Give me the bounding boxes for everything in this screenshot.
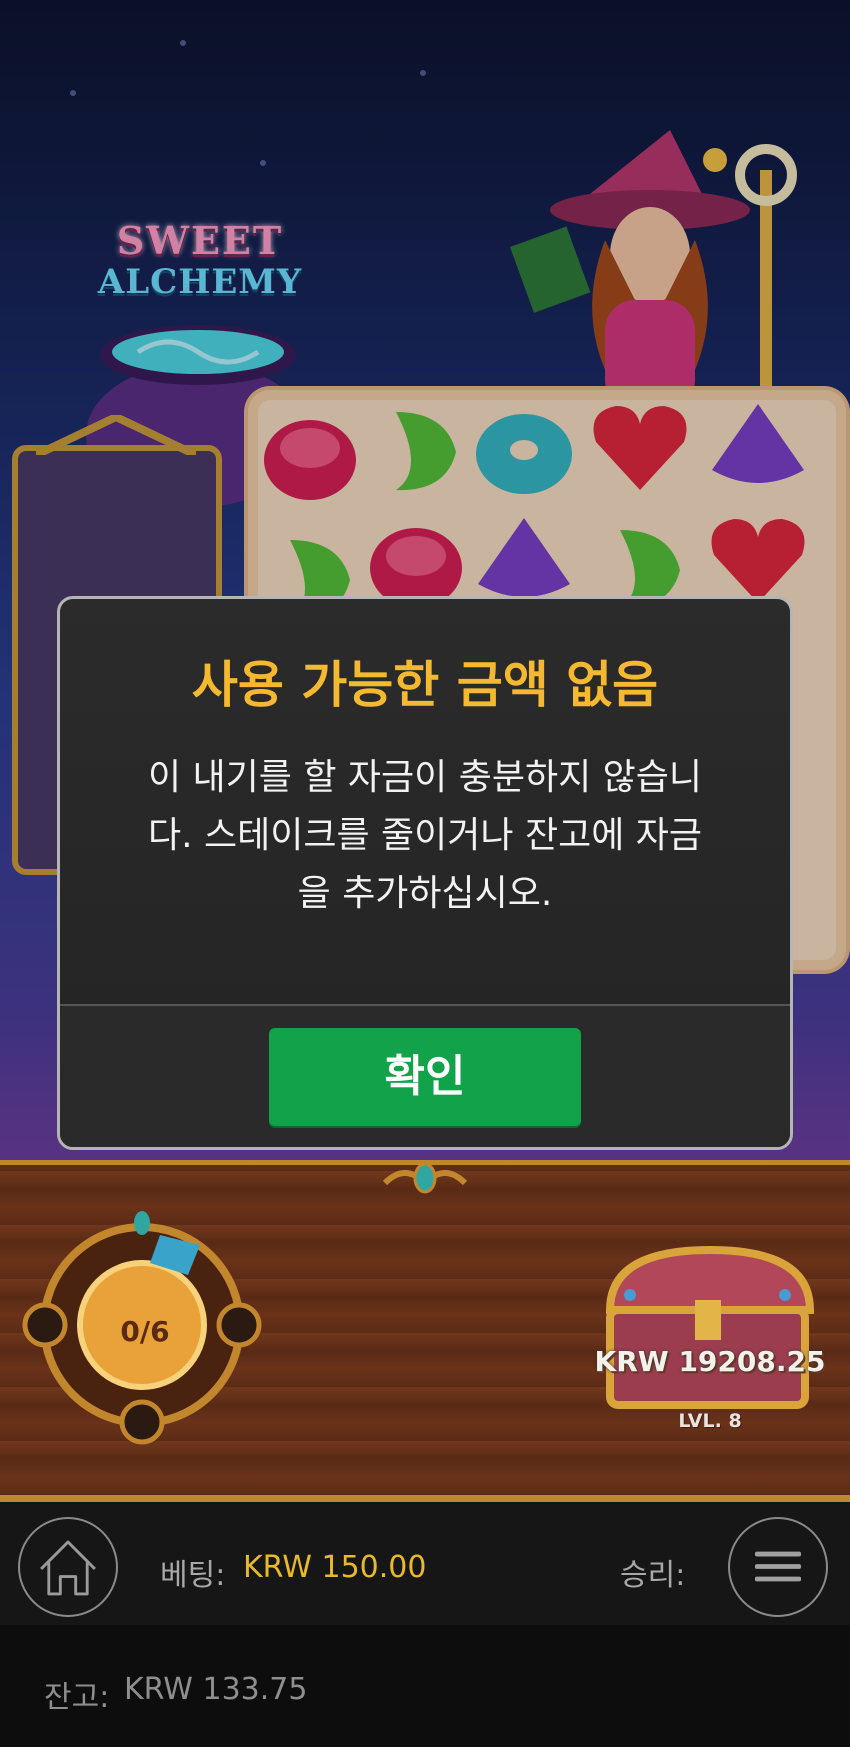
home-button[interactable] xyxy=(18,1517,118,1617)
dialog-message-line: 다. 스테이크를 줄이거나 잔고에 자금 xyxy=(147,815,703,856)
home-icon xyxy=(40,1540,96,1596)
dialog-title: 사용 가능한 금액 없음 xyxy=(191,656,659,714)
dialog-message-line: 을 추가하십시오. xyxy=(297,873,553,914)
menu-button[interactable] xyxy=(728,1517,828,1617)
bet-amount[interactable]: KRW 150.00 xyxy=(243,1550,426,1585)
gauge-progress-text: 0/6 xyxy=(120,1315,170,1348)
game-stage: SWEET ALCHEMY 0/6 KRW 19208.25 LVL. 8 베팅… xyxy=(0,0,850,1747)
gem-ornament-icon xyxy=(382,1162,468,1194)
dialog-message: 이 내기를 할 자금이 충분하지 않습니 다. 스테이크를 줄이거나 잔고에 자… xyxy=(100,749,750,923)
balance-label: 잔고: xyxy=(44,1680,110,1715)
bet-label: 베팅: xyxy=(160,1558,226,1593)
confirm-button[interactable]: 확인 xyxy=(269,1028,581,1126)
balance-amount: KRW 133.75 xyxy=(124,1672,308,1707)
treasure-chest-icon xyxy=(605,1245,815,1409)
insufficient-funds-dialog: 사용 가능한 금액 없음 이 내기를 할 자금이 충분하지 않습니 다. 스테이… xyxy=(57,596,793,1150)
hamburger-menu-icon xyxy=(754,1551,802,1582)
win-label: 승리: xyxy=(620,1558,686,1593)
chest-jackpot-amount: KRW 19208.25 xyxy=(594,1345,826,1378)
chest-level-label: LVL. 8 xyxy=(678,1410,742,1432)
dialog-footer: 확인 xyxy=(60,1004,790,1147)
dialog-message-line: 이 내기를 할 자금이 충분하지 않습니 xyxy=(147,757,703,798)
